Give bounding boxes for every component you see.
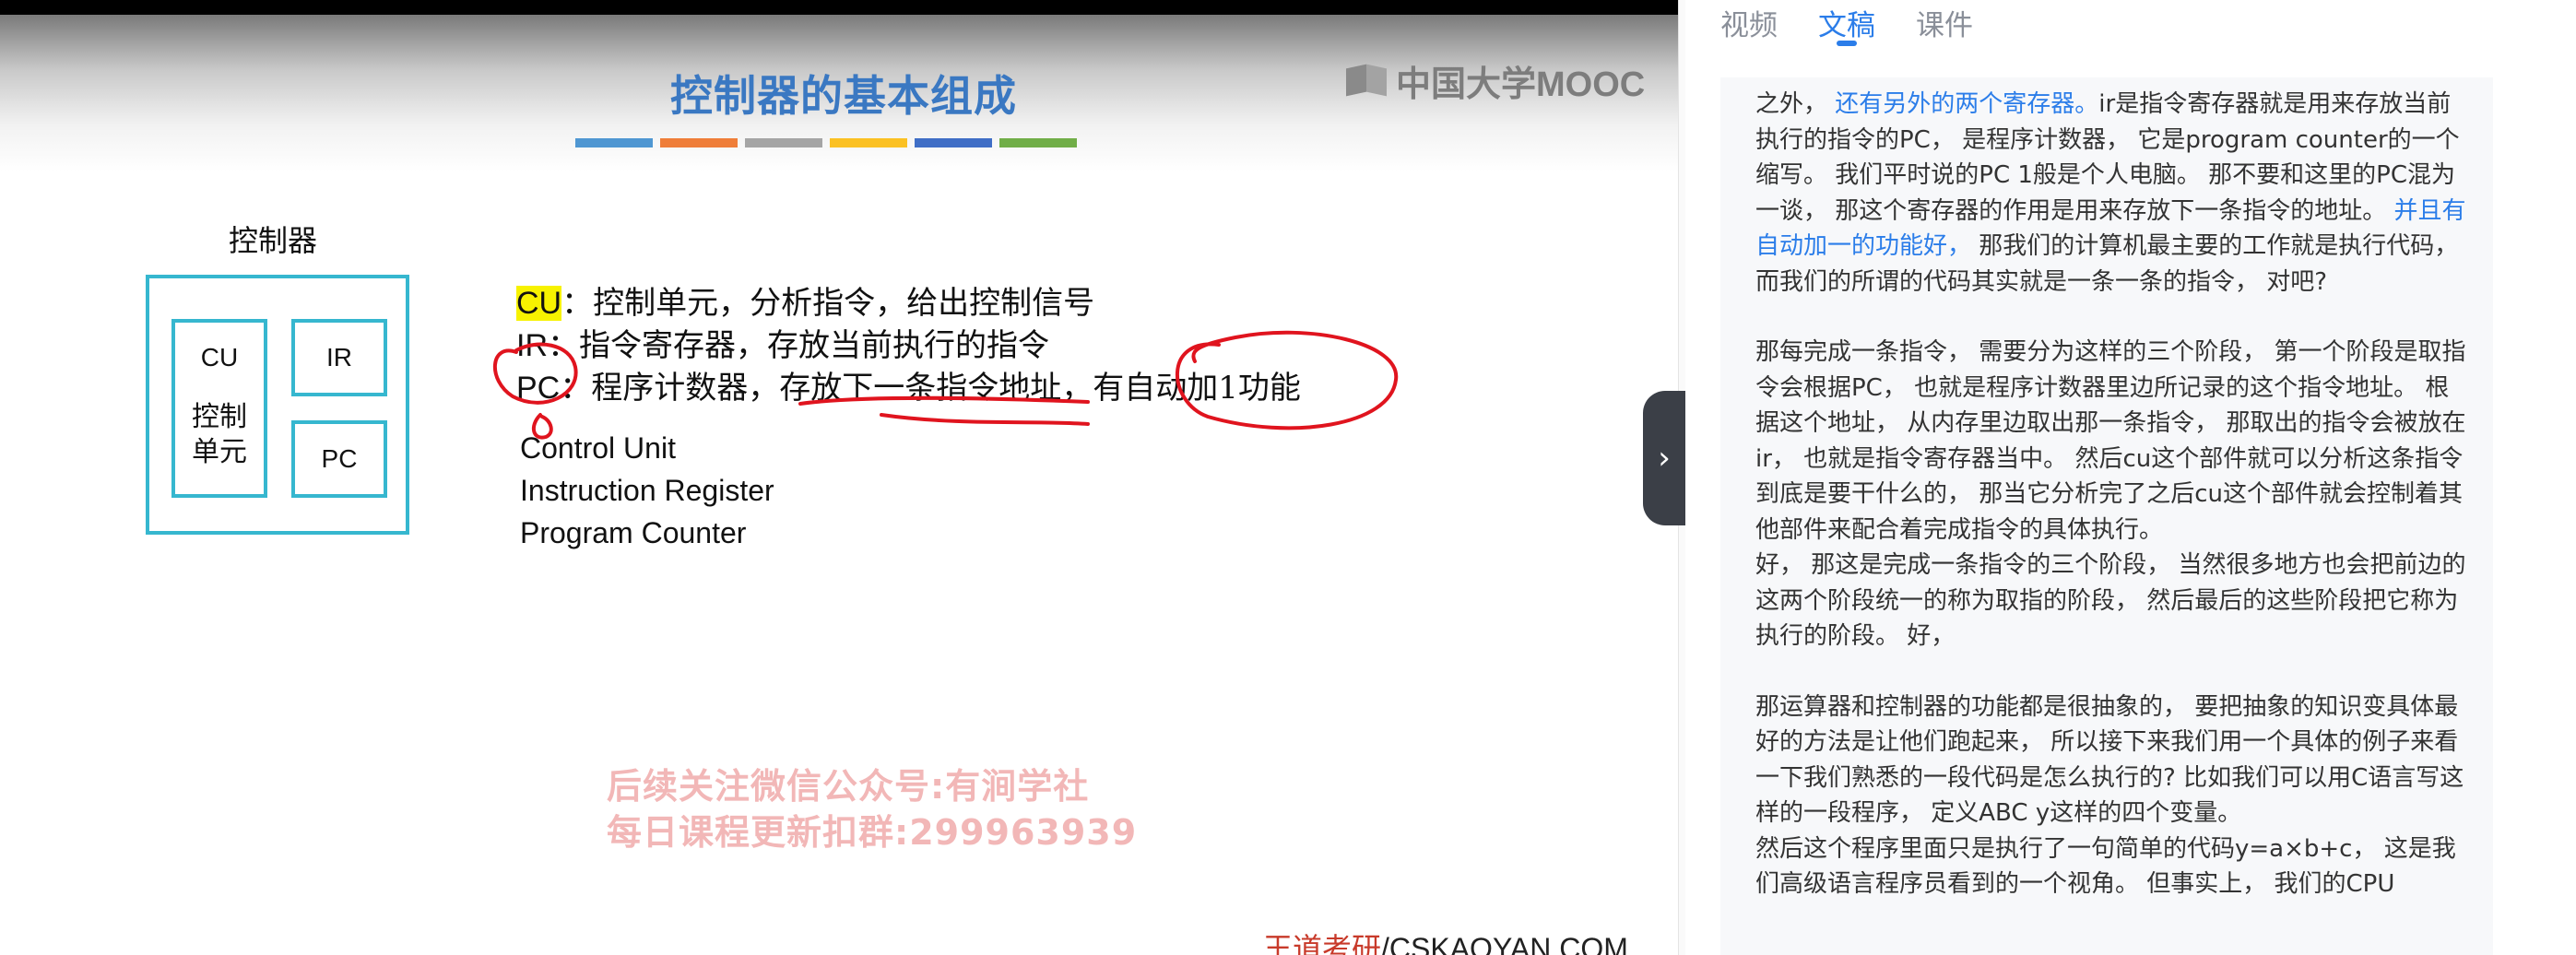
ir-box: IR <box>291 319 387 396</box>
controller-diagram: CU 控制 单元 IR PC <box>146 275 409 535</box>
transcript-text: 那运算器和控制器的功能都是很抽象的， 要把抽象的知识变具体最好的方法是让他们跑起… <box>1755 692 2464 828</box>
lecture-slide: 控制器的基本组成 中国大学MOOC 控制器 CU 控制 单元 IR PC CU：… <box>0 15 1678 955</box>
transcript-text: 然后这个程序里面只是执行了一句简单的代码y=a×b+c， 这是我们高级语言程序员… <box>1755 834 2456 899</box>
cu-box-label: CU <box>200 343 239 371</box>
transcript-panel: 视频 文稿 课件 之外， 还有另外的两个寄存器。ir是指令寄存器就是用来存放当前… <box>1685 0 2576 955</box>
definition-ir: IR：指令寄存器，存放当前执行的指令 <box>516 324 1301 367</box>
definition-pc: PC：程序计数器，存放下一条指令地址，有自动加1功能 <box>516 367 1301 409</box>
ir-abbr: IR <box>516 328 548 363</box>
cu-cn-line-1: 控制 <box>192 401 247 433</box>
tab-video[interactable]: 视频 <box>1720 0 1778 50</box>
color-bar-segment <box>575 138 653 147</box>
player-top-bar <box>0 0 1678 15</box>
color-bar-segment <box>999 138 1077 147</box>
pc-abbr: PC <box>516 371 561 406</box>
transcript-paragraph: 之外， 还有另外的两个寄存器。ir是指令寄存器就是用来存放当前执行的指令的PC，… <box>1755 87 2469 300</box>
definition-cu: CU：控制单元，分析指令，给出控制信号 <box>516 282 1301 324</box>
transcript-paragraph: 那每完成一条指令， 需要分为这样的三个阶段， 第一个阶段是取指令会根据PC， 也… <box>1755 335 2469 654</box>
cu-box-cn-label: 控制 单元 <box>192 400 247 470</box>
pc-box: PC <box>291 420 387 498</box>
collapse-panel-button[interactable]: › <box>1643 391 1685 525</box>
footer-brand-cn: 王道考研 <box>1263 932 1382 955</box>
transcript-paragraph: 那运算器和控制器的功能都是很抽象的， 要把抽象的知识变具体最好的方法是让他们跑起… <box>1755 690 2469 902</box>
color-bar-segment <box>915 138 992 147</box>
active-tab-indicator <box>1837 41 1857 46</box>
ir-colon: ： <box>548 327 579 364</box>
slide-footer: 王道考研/CSKAOYAN.COM <box>1263 926 1628 955</box>
color-bar-segment <box>830 138 907 147</box>
cu-cn-line-2: 单元 <box>192 436 247 468</box>
mooc-logo-text: 中国大学MOOC <box>1396 65 1646 104</box>
controller-label: 控制器 <box>229 223 318 258</box>
ir-box-label: IR <box>326 343 352 371</box>
panel-tabs: 视频 文稿 课件 <box>1720 0 1973 50</box>
footer-brand-en: /CSKAOYAN.COM <box>1381 932 1628 955</box>
cu-definition-text: 控制单元，分析指令，给出控制信号 <box>593 285 1095 322</box>
watermark-line-2: 每日课程更新扣群:299963939 <box>607 812 1138 853</box>
ir-definition-text: 指令寄存器，存放当前执行的指令 <box>579 327 1049 364</box>
transcript-text: 那每完成一条指令， 需要分为这样的三个阶段， 第一个阶段是取指令会根据PC， 也… <box>1755 338 2466 544</box>
transcript-text: 好， 那这是完成一条指令的三个阶段， 当然很多地方也会把前边的这两个阶段统一的称… <box>1755 551 2466 650</box>
watermark-line-1: 后续关注微信公众号:有涧学社 <box>607 766 1090 807</box>
english-control-unit: Control Unit <box>520 431 676 465</box>
color-bar-segment <box>745 138 822 147</box>
transcript-content[interactable]: 之外， 还有另外的两个寄存器。ir是指令寄存器就是用来存放当前执行的指令的PC，… <box>1720 77 2493 955</box>
tab-transcript-label: 文稿 <box>1818 9 1875 42</box>
pc-definition-text-1: 程序计数器， <box>591 370 780 407</box>
tab-courseware[interactable]: 课件 <box>1916 0 1973 50</box>
transcript-text: 之外， <box>1755 90 1836 118</box>
cu-colon: ： <box>561 285 594 322</box>
pc-definition-text-3: ，有 <box>1061 370 1125 407</box>
component-definitions: CU：控制单元，分析指令，给出控制信号 IR：指令寄存器，存放当前执行的指令 P… <box>516 282 1301 409</box>
mooc-logo: 中国大学MOOC <box>1346 55 1645 106</box>
english-program-counter: Program Counter <box>520 516 747 549</box>
english-instruction-register: Instruction Register <box>520 474 774 507</box>
cu-abbr: CU <box>516 286 562 321</box>
tab-video-label: 视频 <box>1720 9 1778 42</box>
pc-definition-text-2: 存放下一条指令地址 <box>779 370 1062 407</box>
mooc-logo-icon <box>1346 63 1388 100</box>
transcript-timestamp-link[interactable]: 还有另外的两个寄存器。 <box>1835 90 2098 118</box>
video-player[interactable]: 控制器的基本组成 中国大学MOOC 控制器 CU 控制 单元 IR PC CU：… <box>0 0 1678 955</box>
pc-box-label: PC <box>321 444 358 473</box>
pc-colon: ： <box>560 370 592 407</box>
chevron-right-icon: › <box>1658 440 1671 477</box>
color-bar-segment <box>660 138 738 147</box>
tab-transcript[interactable]: 文稿 <box>1818 0 1875 50</box>
cu-box: CU 控制 单元 <box>171 319 267 498</box>
tab-courseware-label: 课件 <box>1916 9 1973 42</box>
pc-definition-text-4: 自动加1功能 <box>1124 370 1301 407</box>
